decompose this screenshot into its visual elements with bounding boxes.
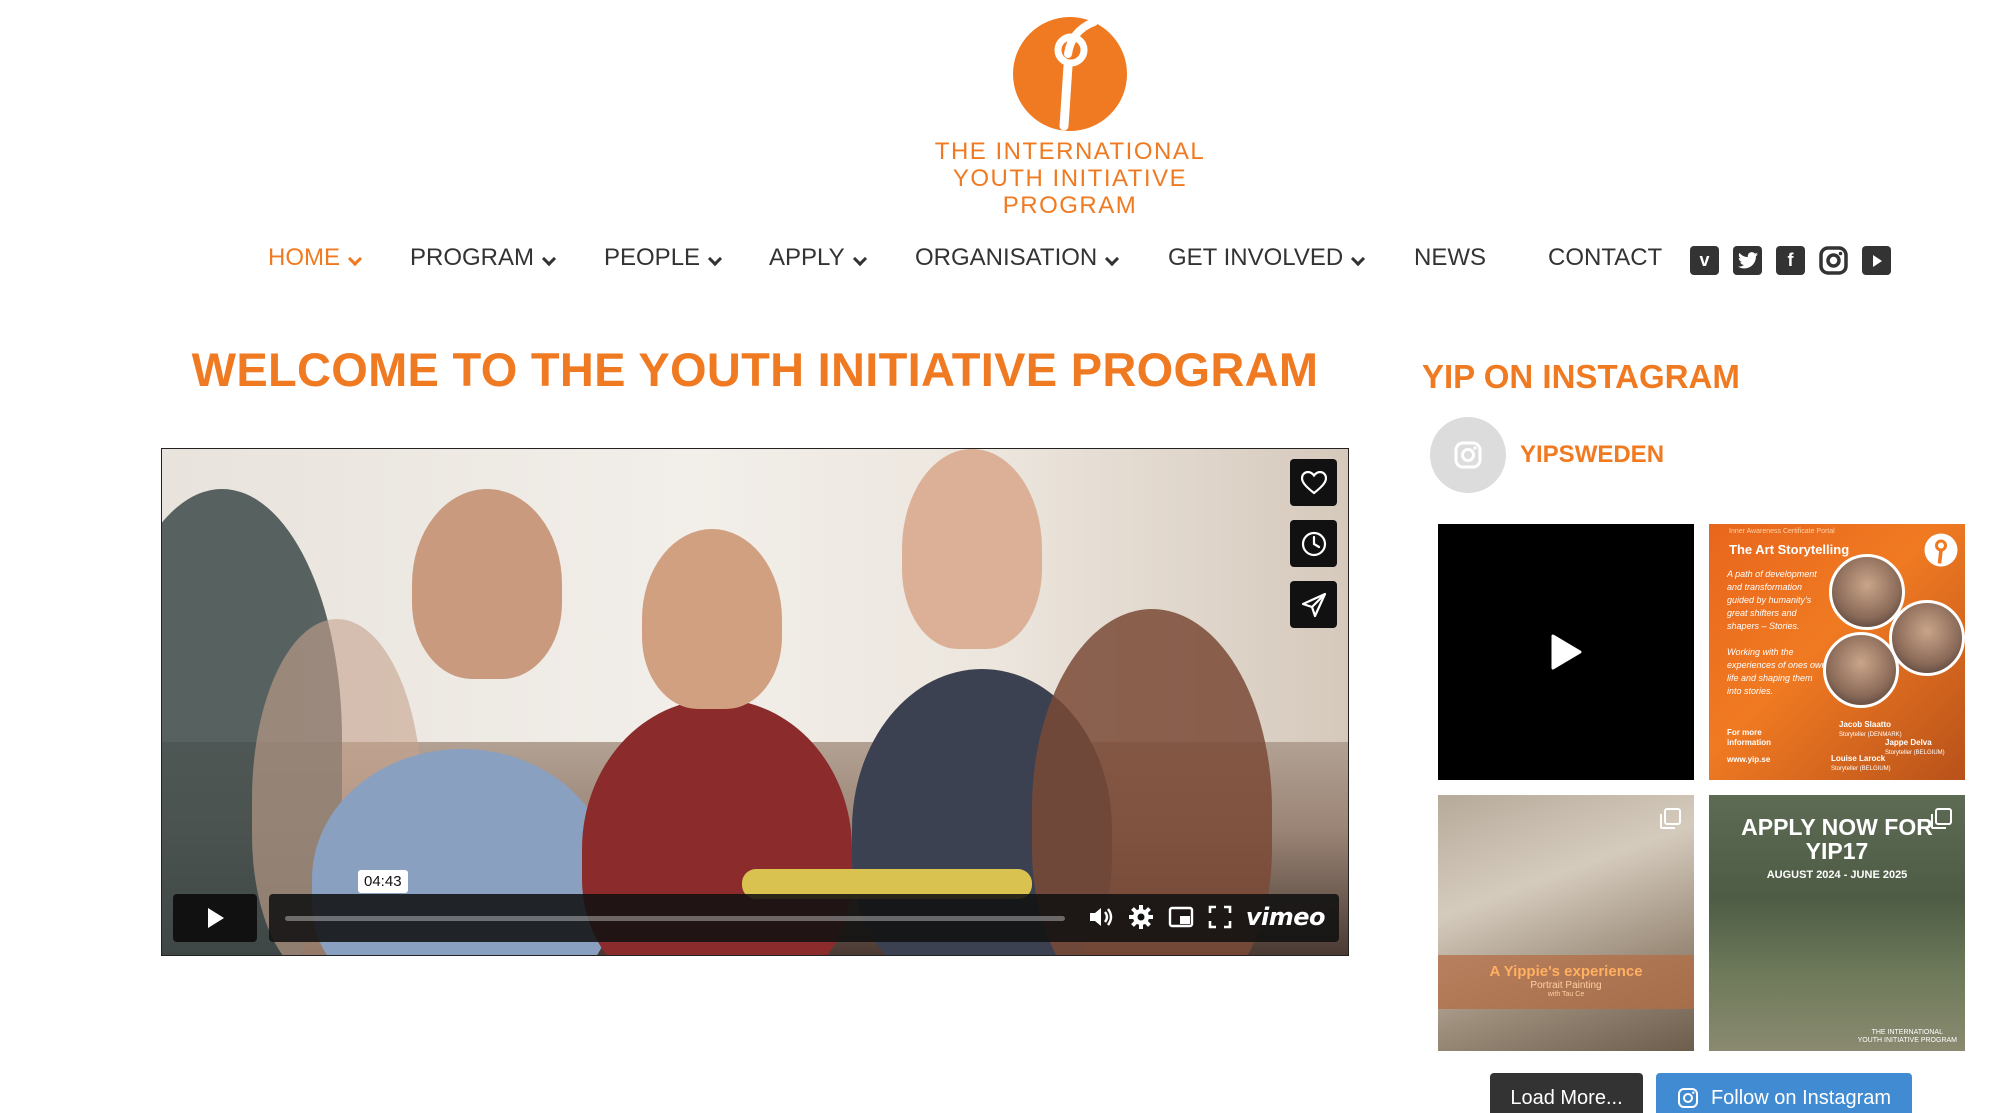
clock-icon bbox=[1301, 531, 1326, 556]
post-title: The Art Storytelling bbox=[1729, 542, 1850, 557]
nav-contact-label: CONTACT bbox=[1548, 244, 1663, 271]
social-links: v f bbox=[1690, 246, 1891, 275]
post-body-2: Working with the experiences of ones own… bbox=[1727, 647, 1827, 696]
instagram-post-storytelling[interactable]: Inner Awareness Certificate Portal The A… bbox=[1709, 524, 1965, 780]
nav-get-involved[interactable]: GET INVOLVED bbox=[1168, 244, 1366, 272]
chevron-down-icon bbox=[707, 251, 723, 267]
storyteller-name: Jappe Delva bbox=[1885, 738, 1932, 747]
yip-logo-mark bbox=[1013, 17, 1127, 131]
youtube-icon[interactable] bbox=[1862, 246, 1891, 275]
post-title: A Yippie's experience bbox=[1489, 963, 1643, 980]
post-kicker: Inner Awareness Certificate Portal bbox=[1729, 528, 1835, 535]
play-icon bbox=[208, 908, 224, 928]
play-icon bbox=[1551, 634, 1582, 670]
chevron-down-icon bbox=[1105, 251, 1120, 267]
chevron-down-icon bbox=[541, 251, 557, 267]
instagram-post-video[interactable] bbox=[1438, 524, 1694, 780]
storyteller-photo bbox=[1823, 632, 1899, 708]
post-subtitle-2: with Tau Ce bbox=[1547, 991, 1585, 998]
nav-home-label: HOME bbox=[268, 244, 340, 271]
nav-people[interactable]: PEOPLE bbox=[604, 244, 723, 272]
facebook-icon[interactable]: f bbox=[1776, 246, 1805, 275]
instagram-icon bbox=[1677, 1088, 1698, 1108]
video-duration: 04:43 bbox=[358, 870, 408, 893]
nav-get-involved-label: GET INVOLVED bbox=[1168, 244, 1344, 271]
video-person bbox=[412, 489, 562, 679]
chevron-down-icon bbox=[852, 251, 867, 267]
logo-line-2: YOUTH INITIATIVE PROGRAM bbox=[952, 165, 1188, 219]
video-controls: 04:43 vimeo bbox=[173, 870, 1339, 942]
post-dates: AUGUST 2024 - JUNE 2025 bbox=[1766, 869, 1908, 881]
picture-in-picture-icon[interactable] bbox=[1168, 906, 1194, 928]
follow-instagram-label: Follow on Instagram bbox=[1710, 1086, 1892, 1109]
storyteller-photo bbox=[1889, 600, 1965, 676]
send-icon bbox=[1301, 592, 1326, 617]
storyteller-name: Louise Larock bbox=[1831, 754, 1886, 763]
instagram-section-title: YIP ON INSTAGRAM bbox=[1422, 358, 1740, 395]
video-person bbox=[642, 529, 782, 709]
fullscreen-icon[interactable] bbox=[1208, 905, 1232, 929]
post-body: A path of development and transformation… bbox=[1727, 569, 1817, 631]
nav-contact[interactable]: CONTACT bbox=[1548, 244, 1662, 272]
like-button[interactable] bbox=[1290, 459, 1337, 506]
instagram-post-apply[interactable]: APPLY NOW FOR YIP17 AUGUST 2024 - JUNE 2… bbox=[1709, 795, 1965, 1051]
chevron-down-icon bbox=[347, 251, 363, 267]
chevron-down-icon bbox=[1351, 251, 1366, 267]
post-url: www.yip.se bbox=[1727, 755, 1771, 764]
logo-line-1: THE INTERNATIONAL bbox=[934, 138, 1206, 165]
post-subtitle: Portrait Painting bbox=[1530, 980, 1602, 991]
instagram-post-painting[interactable]: A Yippie's experience Portrait Painting … bbox=[1438, 795, 1694, 1051]
watch-later-button[interactable] bbox=[1290, 520, 1337, 567]
load-more-button[interactable]: Load More... bbox=[1490, 1073, 1643, 1113]
post-brand: THE INTERNATIONAL YOUTH INITIATIVE PROGR… bbox=[1858, 1029, 1957, 1045]
instagram-handle[interactable]: YIPSWEDEN bbox=[1520, 441, 1664, 469]
video-player[interactable]: 04:43 vimeo bbox=[161, 448, 1349, 956]
storyteller-role: Storyteller (BELGIUM) bbox=[1831, 766, 1891, 772]
nav-program-label: PROGRAM bbox=[410, 244, 535, 271]
post-more-info: For more information bbox=[1727, 728, 1771, 747]
vimeo-logo[interactable]: vimeo bbox=[1246, 903, 1326, 931]
nav-apply[interactable]: APPLY bbox=[769, 244, 867, 272]
video-person bbox=[902, 449, 1042, 649]
post-brand-line-2: YOUTH INITIATIVE PROGRAM bbox=[1857, 1037, 1957, 1044]
post-title: APPLY NOW FOR YIP17 bbox=[1741, 814, 1933, 864]
nav-apply-label: APPLY bbox=[769, 244, 845, 271]
nav-program[interactable]: PROGRAM bbox=[410, 244, 557, 272]
nav-home[interactable]: HOME bbox=[268, 244, 363, 272]
post-caption-band: A Yippie's experience Portrait Painting … bbox=[1438, 955, 1694, 1009]
storyteller-name: Jacob Slaatto bbox=[1839, 720, 1892, 729]
nav-organisation-label: ORGANISATION bbox=[915, 244, 1098, 271]
carousel-icon bbox=[1660, 808, 1681, 829]
instagram-avatar[interactable] bbox=[1430, 417, 1506, 493]
share-button[interactable] bbox=[1290, 581, 1337, 628]
site-logo[interactable]: THE INTERNATIONAL YOUTH INITIATIVE PROGR… bbox=[890, 8, 1250, 219]
heart-icon bbox=[1300, 470, 1327, 494]
post-brand-line-1: THE INTERNATIONAL bbox=[1871, 1029, 1943, 1036]
instagram-icon bbox=[1454, 441, 1482, 469]
instagram-icon[interactable] bbox=[1819, 246, 1848, 275]
nav-organisation[interactable]: ORGANISATION bbox=[915, 244, 1120, 272]
yip-logo-icon bbox=[1924, 533, 1958, 567]
nav-people-label: PEOPLE bbox=[604, 244, 701, 271]
control-bar: 04:43 vimeo bbox=[269, 870, 1339, 942]
nav-news[interactable]: NEWS bbox=[1414, 244, 1486, 272]
volume-icon[interactable] bbox=[1088, 905, 1114, 929]
storyteller-role: Storyteller (BELGIUM) bbox=[1885, 750, 1945, 756]
twitter-icon[interactable] bbox=[1733, 246, 1762, 275]
page-title: WELCOME TO THE YOUTH INITIATIVE PROGRAM bbox=[191, 343, 1319, 396]
follow-instagram-button[interactable]: Follow on Instagram bbox=[1656, 1073, 1912, 1113]
nav-news-label: NEWS bbox=[1414, 244, 1486, 271]
progress-bar[interactable] bbox=[285, 916, 1065, 921]
play-button[interactable] bbox=[173, 894, 257, 942]
settings-gear-icon[interactable] bbox=[1128, 904, 1154, 930]
vimeo-icon[interactable]: v bbox=[1690, 246, 1719, 275]
